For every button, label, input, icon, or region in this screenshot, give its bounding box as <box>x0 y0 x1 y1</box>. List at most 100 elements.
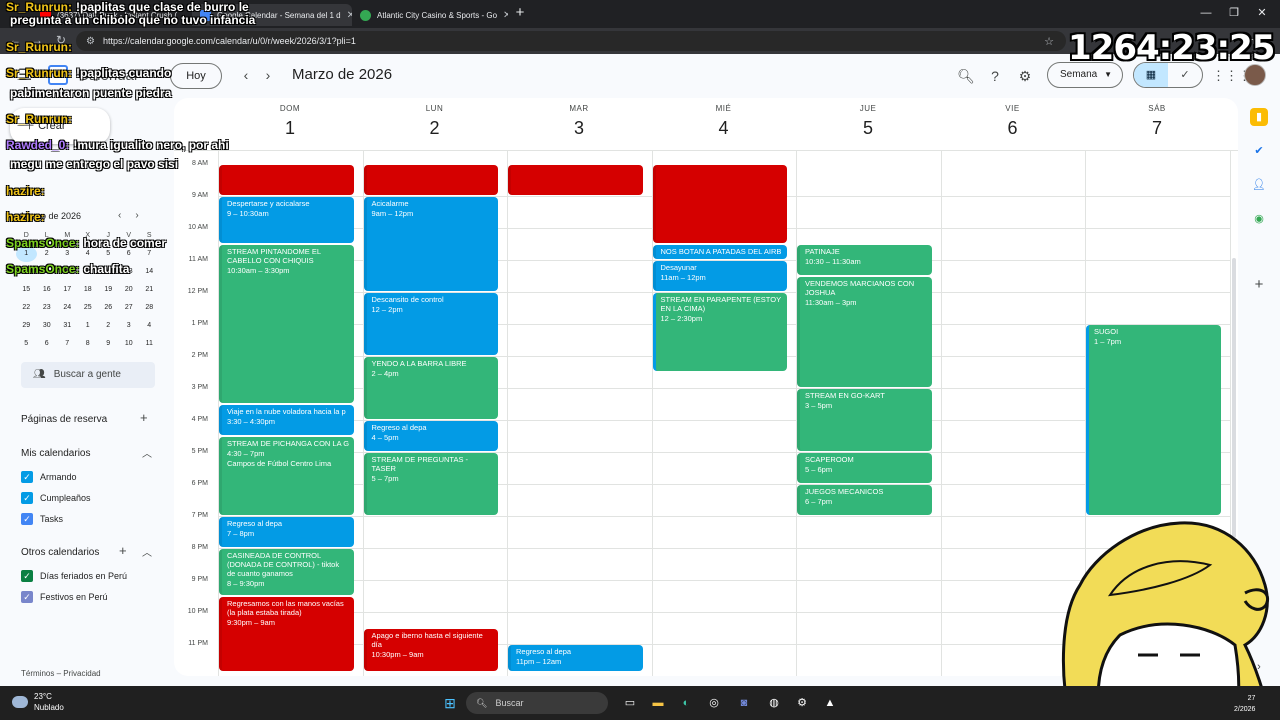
mini-day[interactable]: 17 <box>57 282 78 298</box>
mini-day[interactable]: 28 <box>139 300 160 316</box>
keep-icon[interactable]: ▮ <box>1250 108 1268 126</box>
mini-day[interactable]: 24 <box>57 300 78 316</box>
day-number[interactable]: 6 <box>941 118 1085 139</box>
get-addons-icon[interactable]: + <box>1250 276 1268 294</box>
mini-day[interactable]: 2 <box>98 318 119 334</box>
mini-day[interactable]: 30 <box>37 318 58 334</box>
calendar-item[interactable]: ✓ Cumpleaños <box>21 492 91 504</box>
day-number[interactable]: 3 <box>507 118 651 139</box>
calendar-event[interactable]: STREAM EN GO-KART 3 – 5pm <box>797 389 932 451</box>
mini-day[interactable]: 18 <box>78 282 99 298</box>
calendar-event[interactable] <box>363 165 498 195</box>
contacts-icon[interactable]: 👤︎ <box>1250 176 1268 194</box>
day-header[interactable]: VIE 6 <box>941 98 1085 150</box>
calendar-event[interactable]: Regresamos con las manos vacías (la plat… <box>219 597 354 671</box>
mini-day[interactable]: 16 <box>37 282 58 298</box>
mini-day[interactable]: 25 <box>78 300 99 316</box>
calendar-event[interactable] <box>508 165 643 195</box>
file-explorer-icon[interactable]: ▬ <box>648 693 668 713</box>
collapse-my-calendars-icon[interactable]: ︿ <box>142 445 152 460</box>
mini-day[interactable]: 4 <box>139 318 160 334</box>
checkbox-checked-icon[interactable]: ✓ <box>21 513 33 525</box>
next-week-icon[interactable]: › <box>258 65 278 85</box>
calendar-event[interactable]: STREAM DE PREGUNTAS - TASER 5 – 7pm <box>363 453 498 515</box>
checkbox-checked-icon[interactable]: ✓ <box>21 492 33 504</box>
calendar-event[interactable]: Descansito de control 12 – 2pm <box>363 293 498 355</box>
mini-prev-icon[interactable]: ‹ <box>118 210 135 221</box>
day-header[interactable]: JUE 5 <box>796 98 940 150</box>
calendar-event[interactable] <box>652 165 787 243</box>
day-number[interactable]: 7 <box>1085 118 1229 139</box>
today-button[interactable]: Hoy <box>170 63 222 89</box>
day-header[interactable]: MAR 3 <box>507 98 651 150</box>
day-number[interactable]: 5 <box>796 118 940 139</box>
calendar-event[interactable]: Acicalarme 9am – 12pm <box>363 197 498 291</box>
app-icon[interactable]: ▲ <box>820 693 840 713</box>
scrollbar[interactable] <box>1232 258 1236 538</box>
checkbox-checked-icon[interactable]: ✓ <box>21 591 33 603</box>
mini-day[interactable]: 5 <box>16 336 37 352</box>
google-apps-icon[interactable]: ⋮⋮⋮ <box>1212 65 1251 87</box>
mini-day[interactable]: 11 <box>139 336 160 352</box>
search-icon[interactable]: 🔍︎ <box>955 65 977 87</box>
calendar-event[interactable]: Desayunar 11am – 12pm <box>652 261 787 291</box>
site-info-icon[interactable]: ⚙ <box>86 36 95 47</box>
mini-day[interactable]: 31 <box>57 318 78 334</box>
close-window-icon[interactable]: ✕ <box>1252 5 1272 21</box>
maximize-window-icon[interactable]: ❐ <box>1224 5 1244 21</box>
chrome-icon[interactable]: ◎ <box>704 693 724 713</box>
calendar-event[interactable]: STREAM DE PICHANGA CON LA G 4:30 – 7pm Cam… <box>219 437 354 515</box>
calendar-event[interactable]: SUGOI 1 – 7pm <box>1086 325 1221 515</box>
mini-day[interactable]: 10 <box>119 336 140 352</box>
mini-day[interactable]: 7 <box>57 336 78 352</box>
add-booking-page-icon[interactable]: + <box>140 410 148 425</box>
settings-gear-icon[interactable]: ⚙ <box>1014 65 1036 87</box>
calendar-event[interactable]: Regreso al depa 7 – 8pm <box>219 517 354 547</box>
tasks-icon[interactable]: ✔ <box>1250 142 1268 160</box>
maps-icon[interactable]: ◉ <box>1250 210 1268 228</box>
day-header[interactable]: DOM 1 <box>218 98 362 150</box>
new-tab-button[interactable]: + <box>512 5 528 21</box>
mini-day[interactable]: 22 <box>16 300 37 316</box>
help-icon[interactable]: ? <box>984 65 1006 87</box>
day-number[interactable]: 2 <box>363 118 507 139</box>
calendar-event[interactable]: STREAM EN PARAPENTE (ESTOY EN LA CIMA) 12… <box>652 293 787 371</box>
calendar-event[interactable]: PATINAJE 10:30 – 11:30am <box>797 245 932 275</box>
other-calendars-heading[interactable]: Otros calendarios <box>21 547 99 558</box>
day-header[interactable]: MIÉ 4 <box>652 98 796 150</box>
calendar-item[interactable]: ✓ Festivos en Perú <box>21 591 108 603</box>
mini-day[interactable]: 9 <box>98 336 119 352</box>
collapse-other-calendars-icon[interactable]: ︿ <box>142 544 152 559</box>
calendar-event[interactable]: Regreso al depa 11pm – 12am <box>508 645 643 671</box>
my-calendars-heading[interactable]: Mis calendarios <box>21 448 90 459</box>
calendar-event[interactable]: Viaje en la nube voladora hacia la p 3:30… <box>219 405 354 435</box>
calendar-event[interactable]: NOS BOTAN A PATADAS DEL AIRB <box>652 245 787 259</box>
browser-tab-maps[interactable]: Atlantic City Casino & Sports - Go ✕ <box>352 4 508 26</box>
mini-day[interactable]: 20 <box>119 282 140 298</box>
day-header[interactable]: SÁB 7 <box>1085 98 1229 150</box>
mini-day[interactable]: 29 <box>16 318 37 334</box>
calendar-event[interactable]: VENDEMOS MARCIANOS CON JOSHUA 11:30am – 3… <box>797 277 932 387</box>
checkbox-checked-icon[interactable]: ✓ <box>21 471 33 483</box>
day-number[interactable]: 1 <box>218 118 362 139</box>
mini-day[interactable]: 23 <box>37 300 58 316</box>
calendar-item[interactable]: ✓ Días feriados en Perú <box>21 570 127 582</box>
discord-icon[interactable]: ◙ <box>734 693 754 713</box>
checkbox-checked-icon[interactable]: ✓ <box>21 570 33 582</box>
calendar-item[interactable]: ✓ Armando <box>21 471 77 483</box>
search-people-input[interactable]: 👥︎ Buscar a gente <box>21 362 155 388</box>
mini-day[interactable]: 8 <box>78 336 99 352</box>
add-other-calendar-icon[interactable]: + <box>119 543 127 558</box>
mini-day[interactable]: 21 <box>139 282 160 298</box>
task-view-icon[interactable]: ▭ <box>620 693 640 713</box>
calendar-event[interactable]: YENDO A LA BARRA LIBRE 2 – 4pm <box>363 357 498 419</box>
mini-day[interactable]: 26 <box>98 300 119 316</box>
weather-widget[interactable]: 23°C Nublado <box>12 691 64 713</box>
day-number[interactable]: 4 <box>652 118 796 139</box>
calendar-event[interactable]: JUEGOS MECANICOS 6 – 7pm <box>797 485 932 515</box>
calendar-event[interactable]: STREAM PINTANDOME EL CABELLO CON CHIQUIS… <box>219 245 354 403</box>
edge-icon[interactable]: ◐ <box>676 693 696 713</box>
mini-day[interactable]: 14 <box>139 264 160 280</box>
calendar-event[interactable]: Apago e iberno hasta el siguiente día 10:… <box>363 629 498 671</box>
mini-day[interactable]: 27 <box>119 300 140 316</box>
